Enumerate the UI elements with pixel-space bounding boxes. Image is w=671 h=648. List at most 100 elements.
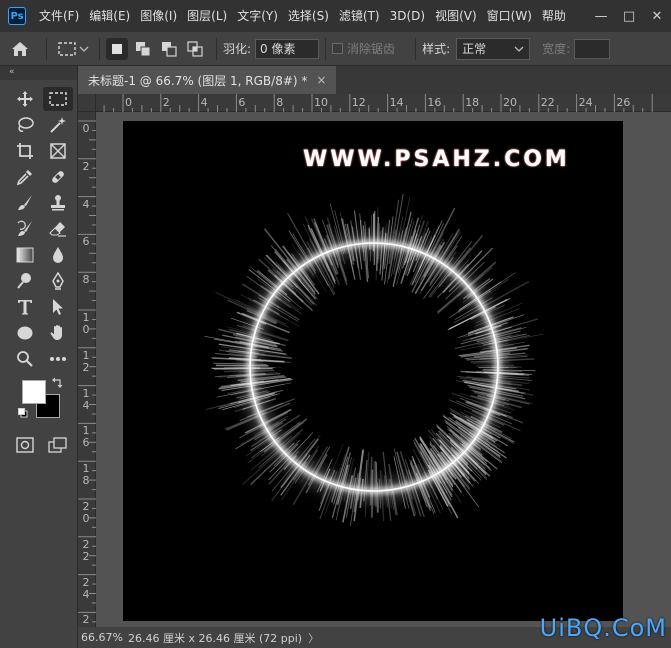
ellipse-tool[interactable] [10, 321, 40, 345]
menu-layer[interactable]: 图层(L) [182, 0, 232, 32]
brush-tool[interactable] [10, 191, 40, 215]
magic-wand-tool[interactable] [43, 113, 73, 137]
blur-tool[interactable] [43, 243, 73, 267]
more-tools-button[interactable] [43, 347, 73, 371]
ruler-label: 2 [162, 96, 170, 109]
type-icon [18, 300, 32, 315]
menu-select[interactable]: 选择(S) [283, 0, 334, 32]
swap-colors-icon[interactable] [52, 376, 64, 388]
document-info: 26.46 厘米 x 26.46 厘米 (72 ppi) [128, 631, 303, 645]
menu-type[interactable]: 文字(Y) [232, 0, 283, 32]
ruler-label: 4 [82, 398, 90, 412]
ruler-label: 24 [578, 96, 593, 109]
tool-preset-picker[interactable] [53, 37, 93, 61]
horizontal-ruler[interactable]: 0 2 4 6 8 10 12 14 16 18 20 22 24 26 [96, 94, 671, 112]
ruler-label: 0 [82, 122, 90, 135]
ruler-label: 2 [82, 537, 90, 551]
type-tool[interactable] [10, 295, 40, 319]
pen-tool[interactable] [43, 269, 73, 293]
close-button[interactable]: ✕ [643, 0, 671, 32]
path-selection-tool[interactable] [43, 295, 73, 319]
move-tool[interactable] [10, 87, 40, 111]
antialias-checkbox[interactable]: 消除锯齿 [332, 40, 395, 57]
feather-input[interactable] [255, 38, 320, 59]
close-tab-icon[interactable]: × [316, 73, 326, 87]
antialias-label: 消除锯齿 [347, 42, 396, 56]
menu-view[interactable]: 视图(V) [430, 0, 482, 32]
frame-tool[interactable] [43, 139, 73, 163]
stamp-icon [51, 195, 65, 211]
screen-mode-button[interactable] [43, 433, 73, 457]
light-ring-artwork [204, 194, 544, 526]
ruler-label: 26 [616, 96, 631, 109]
width-input[interactable] [574, 38, 611, 59]
chevron-down-icon [79, 46, 88, 52]
clone-stamp-tool[interactable] [43, 191, 73, 215]
subtract-selection-button[interactable] [158, 38, 180, 60]
document-tab[interactable]: 未标题-1 @ 66.7% (图层 1, RGB/8#) * × [78, 66, 337, 94]
menu-filter[interactable]: 滤镜(T) [334, 0, 385, 32]
eraser-icon [49, 222, 66, 237]
separator [216, 37, 217, 60]
vertical-ruler[interactable]: 02468101214161820222426 [78, 112, 96, 638]
healing-brush-tool[interactable] [43, 165, 73, 189]
ruler-label: 6 [82, 235, 90, 249]
zoom-level[interactable]: 66.67% [78, 631, 128, 644]
pen-icon [52, 272, 64, 290]
ruler-label: 4 [82, 197, 90, 211]
dodge-tool[interactable] [10, 269, 40, 293]
menu-help[interactable]: 帮助 [537, 0, 571, 32]
ruler-label: 4 [82, 587, 90, 601]
style-select-value: 正常 [462, 42, 487, 56]
gradient-tool[interactable] [10, 243, 40, 267]
canvas-workspace[interactable]: WWW.PSAHZ.COM [96, 112, 671, 627]
hand-tool[interactable] [43, 321, 73, 345]
add-selection-button[interactable] [132, 38, 154, 60]
foreground-color-swatch[interactable] [22, 380, 46, 404]
menu-bar: Ps 文件(F) 编辑(E) 图像(I) 图层(L) 文字(Y) 选择(S) 滤… [0, 0, 671, 32]
home-button[interactable] [0, 37, 40, 61]
rectangle-marquee-icon [57, 41, 76, 56]
menu-window[interactable]: 窗口(W) [482, 0, 537, 32]
dodge-icon [17, 273, 31, 289]
color-swatches [0, 376, 77, 432]
light-ray [374, 460, 377, 507]
menu-image[interactable]: 图像(I) [135, 0, 182, 32]
site-watermark-logo: UiBQ.CoM [539, 614, 667, 642]
eraser-tool[interactable] [43, 217, 73, 241]
style-select[interactable]: 正常 [456, 37, 531, 60]
eyedropper-tool[interactable] [10, 165, 40, 189]
ruler-origin[interactable] [78, 94, 96, 112]
status-menu-icon[interactable]: 〉 [308, 630, 319, 646]
document-tab-title: 未标题-1 @ 66.7% (图层 1, RGB/8#) * [88, 73, 308, 88]
bandage-icon [52, 171, 64, 183]
rectangle-marquee-tool[interactable] [43, 87, 73, 111]
crop-tool[interactable] [10, 139, 40, 163]
lasso-tool[interactable] [10, 113, 40, 137]
ring-glow [247, 240, 501, 494]
ruler-label: 2 [82, 360, 90, 374]
intersect-selection-button[interactable] [184, 38, 206, 60]
quick-mask-button[interactable] [10, 433, 40, 457]
gradient-icon [16, 247, 34, 263]
menu-3d[interactable]: 3D(D) [385, 0, 430, 32]
tools-panel: « [0, 66, 78, 648]
brush-icon [18, 195, 32, 210]
history-brush-tool[interactable] [10, 217, 40, 241]
separator [325, 37, 327, 60]
new-selection-button[interactable] [106, 37, 128, 60]
menu-edit[interactable]: 编辑(E) [84, 0, 135, 32]
minimize-button[interactable]: — [587, 0, 615, 32]
default-colors-icon[interactable] [18, 408, 28, 418]
move-icon [17, 91, 33, 107]
menu-file[interactable]: 文件(F) [34, 0, 84, 32]
ruler-label: 2 [82, 575, 90, 589]
collapse-panel-icon[interactable]: « [0, 66, 77, 80]
ruler-label: 2 [82, 159, 90, 173]
lasso-icon [18, 117, 34, 132]
style-label: 样式: [422, 42, 451, 56]
subtract-selection-icon [162, 41, 177, 57]
maximize-button[interactable]: □ [615, 0, 643, 32]
document-canvas[interactable]: WWW.PSAHZ.COM [123, 121, 623, 621]
zoom-tool[interactable] [10, 347, 40, 371]
